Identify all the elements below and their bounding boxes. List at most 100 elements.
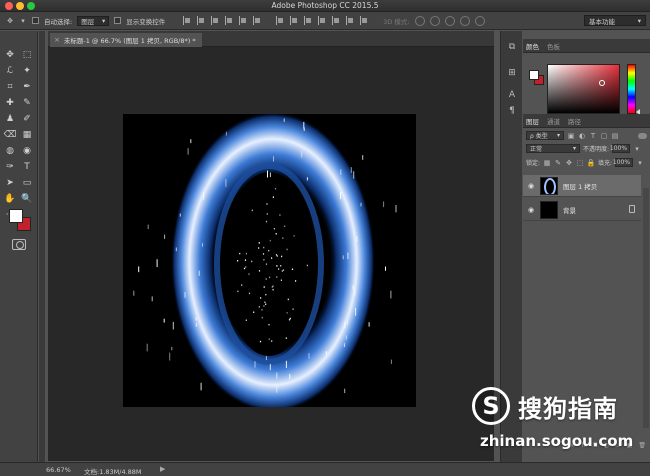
- chevron-down-icon[interactable]: ▾: [636, 159, 644, 167]
- properties-icon[interactable]: ⊞: [506, 67, 518, 79]
- layer-row[interactable]: ◉ 背景: [523, 199, 641, 221]
- foreground-color-swatch[interactable]: [9, 209, 23, 223]
- star-streak: [265, 278, 267, 280]
- tab-channels[interactable]: 通道: [547, 116, 560, 126]
- star-streak: [266, 213, 268, 215]
- document-tab-bar: × 未标题-1 @ 66.7% (图层 1 拷贝, RGB/8*) *: [48, 31, 494, 47]
- filter-shape-icon[interactable]: ▢: [600, 132, 608, 140]
- status-bar: 66.67% 文档:1.83M/4.88M ▶: [0, 462, 650, 476]
- quick-mask-icon[interactable]: [12, 239, 26, 250]
- 3d-scale-icon[interactable]: [474, 15, 485, 26]
- lock-position-icon[interactable]: ✥: [565, 159, 573, 167]
- layer-row[interactable]: ◉ 图层 1 拷贝: [523, 175, 641, 197]
- distribute-left-icon[interactable]: [318, 16, 327, 25]
- 3d-slide-icon[interactable]: [459, 15, 470, 26]
- character-icon[interactable]: A: [506, 89, 518, 101]
- hue-slider[interactable]: [627, 64, 636, 114]
- distribute-center-icon[interactable]: [332, 16, 341, 25]
- brush-tool-icon[interactable]: ✎: [20, 96, 34, 109]
- visibility-eye-icon[interactable]: ◉: [525, 206, 537, 214]
- tab-color[interactable]: 颜色: [526, 41, 539, 51]
- zoom-level[interactable]: 66.67%: [46, 466, 71, 474]
- distribute-top-icon[interactable]: [276, 16, 285, 25]
- healing-tool-icon[interactable]: ✚: [3, 96, 17, 109]
- lock-paint-icon[interactable]: ✎: [554, 159, 562, 167]
- auto-align-icon[interactable]: [360, 16, 369, 25]
- chevron-down-icon[interactable]: ▾: [633, 145, 641, 153]
- layer-filter-dropdown[interactable]: ρ 类型 ▾: [526, 131, 564, 140]
- crop-tool-icon[interactable]: ⌗: [3, 80, 17, 93]
- fill-field[interactable]: 100%: [613, 158, 634, 167]
- zoom-tool-icon[interactable]: 🔍: [20, 192, 34, 205]
- canvas-area[interactable]: [48, 47, 494, 461]
- opacity-field[interactable]: 100%: [610, 144, 631, 153]
- marquee-tool-icon[interactable]: ⬚: [20, 48, 34, 61]
- show-transform-checkbox[interactable]: [114, 17, 122, 24]
- align-left-icon[interactable]: [225, 16, 234, 25]
- color-panel-header: 颜色 色板: [523, 39, 650, 53]
- layers-scrollbar[interactable]: [643, 188, 649, 428]
- shape-tool-icon[interactable]: ▭: [20, 176, 34, 189]
- filter-smart-object-icon[interactable]: ▤: [611, 132, 619, 140]
- move-tool-icon[interactable]: ✥: [3, 48, 17, 61]
- history-icon[interactable]: ⧉: [506, 41, 518, 53]
- path-select-tool-icon[interactable]: ➤: [3, 176, 17, 189]
- chevron-down-icon[interactable]: ▾: [19, 17, 27, 25]
- auto-select-dropdown[interactable]: 图层 ▾: [77, 15, 110, 26]
- pen-tool-icon[interactable]: ✑: [3, 160, 17, 173]
- tab-paths[interactable]: 路径: [568, 116, 581, 126]
- 3d-roll-icon[interactable]: [429, 15, 440, 26]
- distribute-bottom-icon[interactable]: [304, 16, 313, 25]
- lock-transparent-icon[interactable]: ▦: [543, 159, 551, 167]
- close-icon[interactable]: ×: [54, 36, 60, 44]
- filter-toggle[interactable]: [638, 132, 647, 139]
- hand-tool-icon[interactable]: ✋: [3, 192, 17, 205]
- align-center-icon[interactable]: [239, 16, 248, 25]
- lock-all-icon[interactable]: 🔒: [587, 159, 596, 167]
- visibility-eye-icon[interactable]: ◉: [525, 182, 537, 190]
- auto-select-checkbox[interactable]: [32, 17, 39, 24]
- eyedropper-tool-icon[interactable]: ✒: [20, 80, 34, 93]
- stamp-tool-icon[interactable]: ♟: [3, 112, 17, 125]
- document-tab[interactable]: × 未标题-1 @ 66.7% (图层 1 拷贝, RGB/8*) *: [50, 33, 202, 47]
- 3d-rotate-icon[interactable]: [414, 15, 425, 26]
- align-bottom-icon[interactable]: [211, 16, 220, 25]
- distribute-middle-icon[interactable]: [290, 16, 299, 25]
- magic-wand-tool-icon[interactable]: ✦: [20, 64, 34, 77]
- color-panel-foreground-swatch[interactable]: [529, 70, 539, 80]
- filter-type-icon[interactable]: T: [589, 132, 597, 140]
- star-streak: [267, 170, 268, 178]
- status-menu-arrow-icon[interactable]: ▶: [160, 465, 165, 473]
- artboard[interactable]: [123, 114, 416, 407]
- lock-artboard-icon[interactable]: ⬚: [576, 159, 584, 167]
- blur-tool-icon[interactable]: ◍: [3, 144, 17, 157]
- history-brush-tool-icon[interactable]: ✐: [20, 112, 34, 125]
- align-middle-icon[interactable]: [197, 16, 206, 25]
- star-streak: [287, 298, 289, 301]
- color-picker-ring[interactable]: [599, 80, 605, 86]
- distribute-right-icon[interactable]: [346, 16, 355, 25]
- tab-swatches[interactable]: 色板: [547, 41, 560, 51]
- workspace-switcher[interactable]: 基本功能 ▾: [584, 15, 646, 26]
- lasso-tool-icon[interactable]: ℒ: [3, 64, 17, 77]
- filter-adjustment-icon[interactable]: ◐: [578, 132, 586, 140]
- paragraph-icon[interactable]: ¶: [506, 105, 518, 117]
- color-spectrum-field[interactable]: [547, 64, 620, 114]
- tab-layers[interactable]: 图层: [526, 116, 539, 126]
- filter-pixel-icon[interactable]: ▣: [567, 132, 575, 140]
- move-tool-icon[interactable]: ✥: [6, 17, 14, 25]
- eraser-tool-icon[interactable]: ⌫: [3, 128, 17, 141]
- align-right-icon[interactable]: [253, 16, 262, 25]
- star-streak: [308, 353, 310, 359]
- star-streak: [352, 285, 354, 290]
- star-streak: [280, 279, 282, 281]
- 3d-pan-icon[interactable]: [444, 15, 455, 26]
- gradient-tool-icon[interactable]: ▦: [20, 128, 34, 141]
- dodge-tool-icon[interactable]: ◉: [20, 144, 34, 157]
- blend-mode-dropdown[interactable]: 正常 ▾: [526, 144, 580, 153]
- star-streak: [258, 270, 261, 272]
- align-top-icon[interactable]: [183, 16, 192, 25]
- layer-filter-row: ρ 类型 ▾ ▣ ◐ T ▢ ▤: [523, 131, 650, 140]
- type-tool-icon[interactable]: T: [20, 160, 34, 173]
- trash-icon[interactable]: 🗑: [638, 442, 646, 450]
